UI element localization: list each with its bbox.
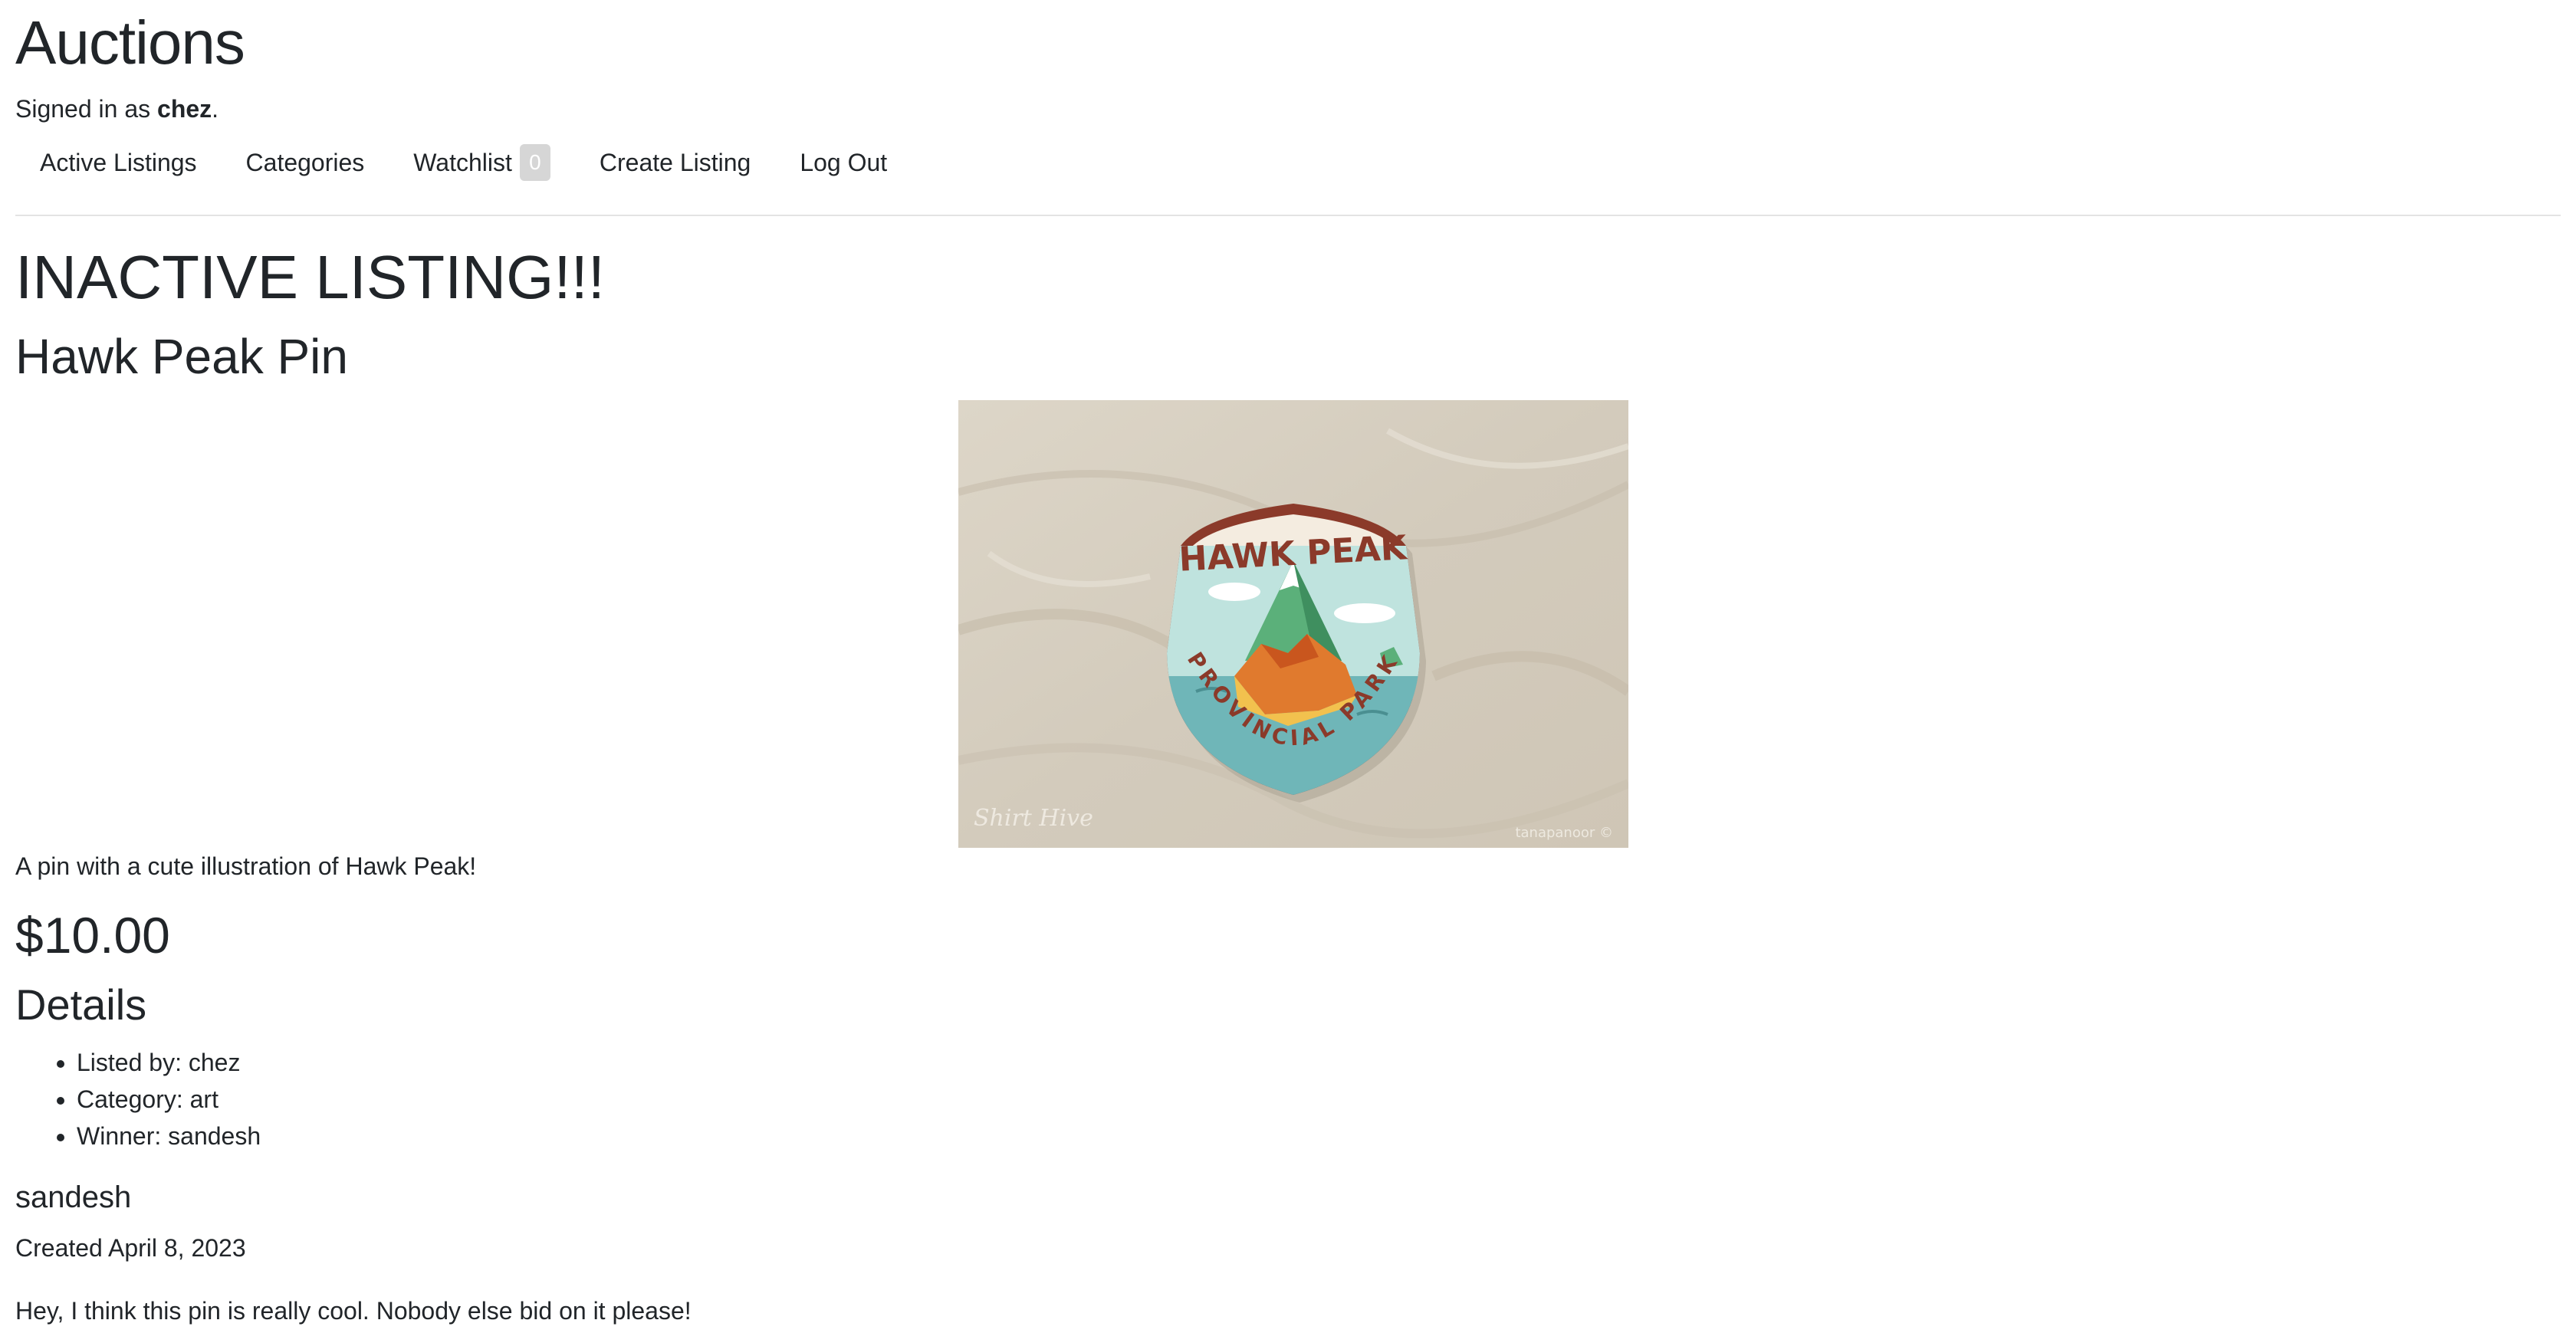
watermark-right: tanapanoor © (1515, 825, 1613, 841)
listing-title: Hawk Peak Pin (15, 329, 348, 384)
comment-author: sandesh (15, 1180, 132, 1214)
nav-log-out[interactable]: Log Out (775, 143, 912, 183)
details-heading: Details (15, 980, 147, 1029)
comment-body: Hey, I think this pin is really cool. No… (15, 1297, 692, 1325)
inactive-listing-heading: INACTIVE LISTING!!! (15, 243, 606, 311)
details-list: Listed by: chez Category: art Winner: sa… (15, 1044, 261, 1154)
listing-price: $10.00 (15, 907, 170, 964)
nav-watchlist[interactable]: Watchlist 0 (389, 138, 575, 187)
nav-categories[interactable]: Categories (222, 143, 389, 183)
header-divider (15, 215, 2561, 216)
signed-in-status: Signed in as chez. (15, 94, 219, 126)
nav-create-listing[interactable]: Create Listing (575, 143, 775, 183)
comment-date: Created April 8, 2023 (15, 1234, 246, 1262)
listing-description: A pin with a cute illustration of Hawk P… (15, 852, 477, 880)
detail-winner: Winner: sandesh (77, 1118, 261, 1154)
watchlist-count-badge: 0 (519, 144, 550, 181)
nav-active-listings[interactable]: Active Listings (15, 143, 222, 183)
detail-listed-by: Listed by: chez (77, 1044, 261, 1081)
signed-in-username: chez (157, 95, 212, 123)
signed-in-suffix: . (212, 95, 219, 123)
nav-watchlist-label: Watchlist (413, 148, 512, 176)
pin-photo: HAWK PEAK PROVINCIAL PARK Shirt Hive tan… (958, 400, 1628, 848)
site-title: Auctions (15, 8, 245, 77)
listing-image: HAWK PEAK PROVINCIAL PARK Shirt Hive tan… (958, 400, 1628, 848)
watermark-left: Shirt Hive (974, 805, 1093, 832)
main-nav: Active Listings Categories Watchlist 0 C… (15, 138, 912, 187)
signed-in-prefix: Signed in as (15, 95, 158, 123)
detail-category: Category: art (77, 1081, 261, 1118)
